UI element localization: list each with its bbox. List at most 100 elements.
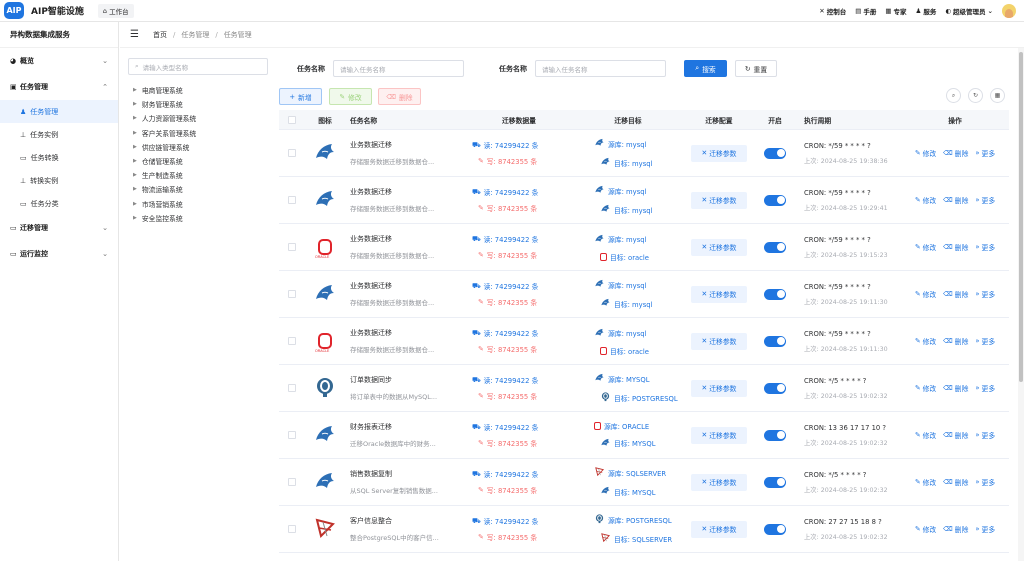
reset-button[interactable]: ↻ 重置 (735, 60, 777, 77)
sidebar-item-task-instance[interactable]: ⊥ 任务实例 (0, 123, 118, 146)
row-edit-button[interactable]: ✎ 修改 (915, 336, 936, 346)
row-checkbox[interactable] (287, 196, 296, 204)
tree-node[interactable]: ▶ 生产制造系统 (128, 168, 270, 182)
tree-node[interactable]: ▶ 人力资源管理系统 (128, 111, 270, 125)
row-delete-button[interactable]: ⌫ 删除 (943, 195, 968, 205)
row-checkbox[interactable] (287, 290, 296, 298)
service-link[interactable]: ♟ 服务 (916, 6, 937, 16)
migration-params-button[interactable]: ✕ 迁移参数 (691, 238, 747, 256)
select-all-checkbox[interactable] (287, 115, 296, 124)
row-checkbox[interactable] (287, 243, 296, 251)
row-checkbox[interactable] (287, 337, 296, 345)
table-row[interactable]: 销售数据复制 从SQL Server复制销售数据... ⛟ 读: 74299422 条… (279, 459, 1009, 506)
row-more-button[interactable]: » 更多 (975, 289, 995, 299)
table-row[interactable]: 业务数据迁移存储服务数据迁移到数据仓...⛟读: 74299422 条✎写: 8… (279, 271, 1009, 318)
migration-params-button[interactable]: ✕ 迁移参数 (691, 191, 747, 209)
tree-node[interactable]: ▶ 供应链管理系统 (128, 140, 270, 154)
row-delete-button[interactable]: ⌫ 删除 (943, 289, 968, 299)
row-edit-button[interactable]: ✎ 修改 (915, 195, 936, 205)
columns-icon[interactable]: ▦ (990, 88, 1005, 103)
table-row[interactable]: 客户信息整合 整合PostgreSQL中的客户信... ⛟ 读: 74299422 条… (279, 506, 1009, 553)
enable-toggle[interactable] (764, 382, 786, 394)
row-more-button[interactable]: » 更多 (975, 336, 995, 346)
migration-params-button[interactable]: ✕ 迁移参数 (691, 144, 747, 162)
task-name-input-2[interactable]: 请输入任务名称 (535, 60, 666, 77)
tree-node[interactable]: ▶ 客户关系管理系统 (128, 126, 270, 140)
row-more-button[interactable]: » 更多 (975, 430, 995, 440)
enable-toggle[interactable] (764, 147, 786, 159)
app-logo[interactable]: AIP (4, 2, 24, 19)
table-row[interactable]: 业务数据迁移存储服务数据迁移到数据仓...⛟读: 74299422 条✎写: 8… (279, 224, 1009, 271)
console-link[interactable]: ✕ 控制台 (819, 6, 846, 16)
edit-button[interactable]: ✎ 修改 (329, 88, 372, 105)
enable-toggle[interactable] (764, 194, 786, 206)
row-delete-button[interactable]: ⌫ 删除 (943, 242, 968, 252)
task-name-input-1[interactable]: 请输入任务名称 (333, 60, 464, 77)
enable-toggle[interactable] (764, 288, 786, 300)
row-checkbox[interactable] (287, 431, 296, 439)
row-delete-button[interactable]: ⌫ 删除 (943, 524, 968, 534)
table-row[interactable]: 业务数据迁移存储服务数据迁移到数据仓...⛟读: 74299422 条✎写: 8… (279, 130, 1009, 177)
row-edit-button[interactable]: ✎ 修改 (915, 430, 936, 440)
sidebar-group-task[interactable]: ▣ 任务管理 ⌃ (0, 74, 118, 100)
manual-link[interactable]: ▤ 手册 (855, 6, 876, 16)
row-checkbox[interactable] (287, 478, 296, 486)
tree-node[interactable]: ▶ 安全监控系统 (128, 211, 270, 225)
row-more-button[interactable]: » 更多 (975, 195, 995, 205)
sidebar-item-convert-instance[interactable]: ⊥ 转换实例 (0, 169, 118, 192)
search-button[interactable]: ⌕ 搜索 (684, 60, 727, 77)
row-more-button[interactable]: » 更多 (975, 242, 995, 252)
add-button[interactable]: + 新增 (279, 88, 322, 105)
search-toggle-icon[interactable]: ⌕ (946, 88, 961, 103)
enable-toggle[interactable] (764, 476, 786, 488)
migration-params-button[interactable]: ✕ 迁移参数 (691, 473, 747, 491)
workbench-button[interactable]: ⌂ 工作台 (97, 3, 134, 18)
tree-node[interactable]: ▶ 仓储管理系统 (128, 154, 270, 168)
migration-params-button[interactable]: ✕ 迁移参数 (691, 520, 747, 538)
sidebar-group-ops[interactable]: ▭ 运行监控 ⌄ (0, 241, 118, 267)
row-delete-button[interactable]: ⌫ 删除 (943, 148, 968, 158)
row-more-button[interactable]: » 更多 (975, 524, 995, 534)
row-checkbox[interactable] (287, 525, 296, 533)
migration-params-button[interactable]: ✕ 迁移参数 (691, 426, 747, 444)
row-more-button[interactable]: » 更多 (975, 148, 995, 158)
row-edit-button[interactable]: ✎ 修改 (915, 383, 936, 393)
enable-toggle[interactable] (764, 241, 786, 253)
category-search-input[interactable]: ⌕ 请输入类型名称 (128, 58, 268, 75)
row-delete-button[interactable]: ⌫ 删除 (943, 383, 968, 393)
migration-params-button[interactable]: ✕ 迁移参数 (691, 332, 747, 350)
row-more-button[interactable]: » 更多 (975, 383, 995, 393)
sidebar-item-task-convert[interactable]: ▭ 任务转换 (0, 146, 118, 169)
table-row[interactable]: 订单数据同步 将订单表中的数据从MySQL... ⛟ 读: 74299422 条 ✎ 写:… (279, 365, 1009, 412)
row-edit-button[interactable]: ✎ 修改 (915, 289, 936, 299)
enable-toggle[interactable] (764, 429, 786, 441)
row-delete-button[interactable]: ⌫ 删除 (943, 336, 968, 346)
sidebar-group-migration[interactable]: ▭ 迁移管理 ⌄ (0, 215, 118, 241)
migration-params-button[interactable]: ✕ 迁移参数 (691, 285, 747, 303)
sidebar-item-task-category[interactable]: ▭ 任务分类 (0, 192, 118, 215)
delete-button[interactable]: ⌫ 删除 (378, 88, 421, 105)
breadcrumb-level1[interactable]: 任务管理 (181, 30, 209, 40)
row-more-button[interactable]: » 更多 (975, 477, 995, 487)
row-edit-button[interactable]: ✎ 修改 (915, 477, 936, 487)
row-edit-button[interactable]: ✎ 修改 (915, 524, 936, 534)
tree-node[interactable]: ▶ 市场营销系统 (128, 197, 270, 211)
refresh-icon[interactable]: ↻ (968, 88, 983, 103)
avatar[interactable] (1002, 4, 1016, 18)
enable-toggle[interactable] (764, 335, 786, 347)
tree-node[interactable]: ▶ 电商管理系统 (128, 83, 270, 97)
sidebar-item-task-mgmt[interactable]: ♟ 任务管理 (0, 100, 118, 123)
expert-link[interactable]: ▦ 专家 (885, 6, 906, 16)
row-delete-button[interactable]: ⌫ 删除 (943, 477, 968, 487)
tree-node[interactable]: ▶ 物流运输系统 (128, 182, 270, 196)
row-checkbox[interactable] (287, 384, 296, 392)
breadcrumb-home[interactable]: 首页 (153, 30, 167, 40)
row-edit-button[interactable]: ✎ 修改 (915, 242, 936, 252)
user-menu[interactable]: ◐ 超级管理员 ⌄ (945, 6, 993, 16)
row-edit-button[interactable]: ✎ 修改 (915, 148, 936, 158)
tree-node[interactable]: ▶ 财务管理系统 (128, 97, 270, 111)
menu-toggle-icon[interactable]: ☰ (130, 29, 139, 40)
table-row[interactable]: 业务数据迁移存储服务数据迁移到数据仓...⛟读: 74299422 条✎写: 8… (279, 318, 1009, 365)
row-delete-button[interactable]: ⌫ 删除 (943, 430, 968, 440)
table-row[interactable]: 业务数据迁移存储服务数据迁移到数据仓...⛟读: 74299422 条✎写: 8… (279, 177, 1009, 224)
